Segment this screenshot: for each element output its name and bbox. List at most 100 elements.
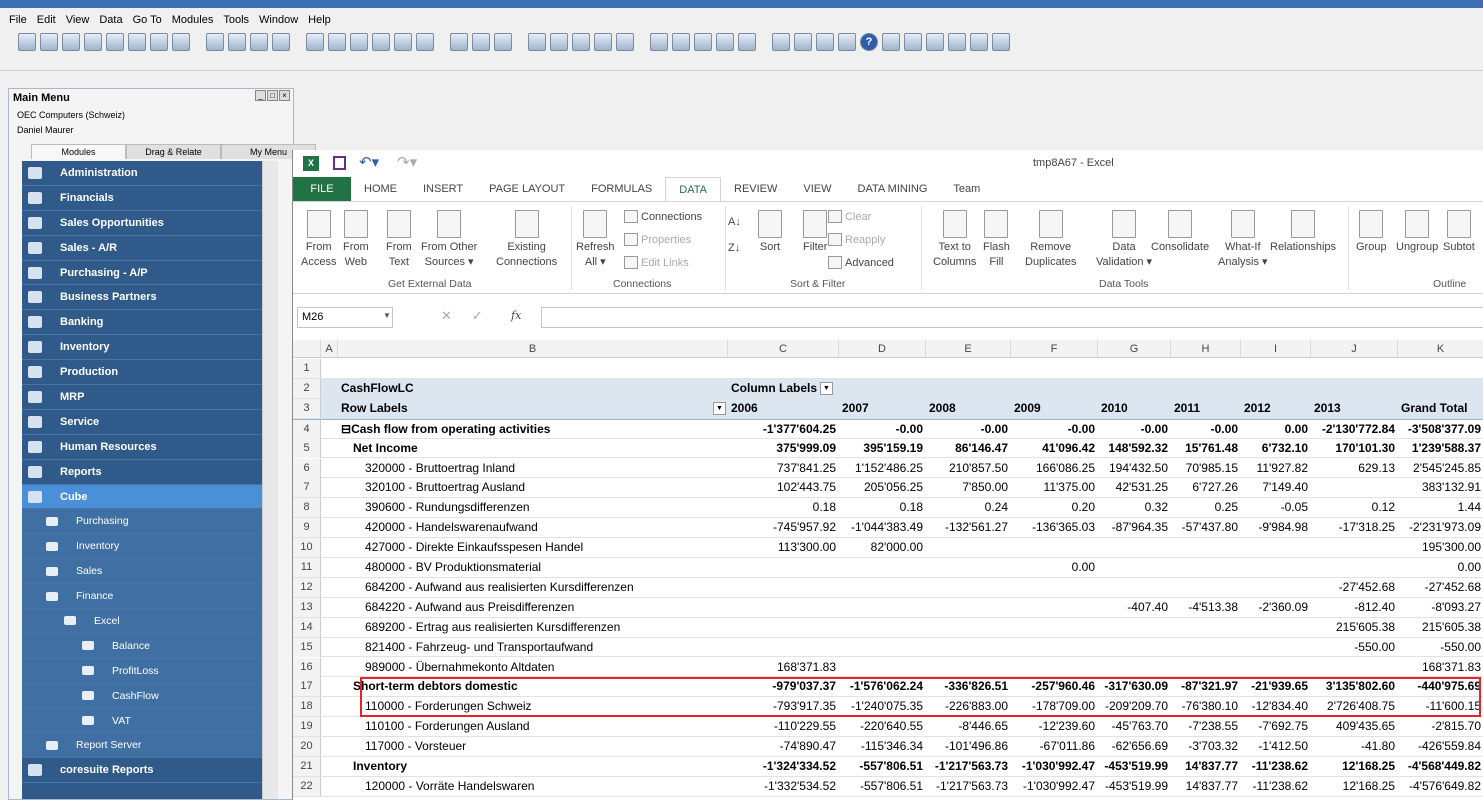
toolbar-button-icon[interactable] — [372, 33, 390, 51]
ribbon-ungroup[interactable]: Ungroup — [1396, 210, 1438, 255]
module-finance[interactable]: Finance — [22, 584, 262, 610]
module-excel[interactable]: Excel — [22, 609, 262, 634]
module-sales-opportunities[interactable]: Sales Opportunities — [22, 210, 262, 236]
ribbon-advanced[interactable]: Advanced — [828, 256, 894, 269]
ribbon-properties[interactable]: Properties — [624, 233, 691, 246]
toolbar-button-icon[interactable] — [84, 33, 102, 51]
sort-ascending-icon[interactable]: A↓ — [728, 216, 741, 228]
row-header[interactable]: 1 — [293, 359, 321, 378]
toolbar-button-icon[interactable] — [328, 33, 346, 51]
tab-data[interactable]: DATA — [665, 176, 721, 202]
row-header[interactable]: 17 — [293, 677, 321, 697]
tab-insert[interactable]: INSERT — [410, 177, 476, 201]
ribbon-from-web[interactable]: From Web — [343, 210, 369, 270]
toolbar-button-icon[interactable] — [528, 33, 546, 51]
toolbar-button-icon[interactable] — [128, 33, 146, 51]
module-balance[interactable]: Balance — [22, 633, 262, 659]
menu-data[interactable]: Data — [94, 12, 127, 32]
toolbar-button-icon[interactable] — [40, 33, 58, 51]
toolbar-button-icon[interactable] — [992, 33, 1010, 51]
toolbar-button-icon[interactable] — [306, 33, 324, 51]
module-banking[interactable]: Banking — [22, 310, 262, 336]
collapse-icon[interactable]: ⊟ — [341, 422, 351, 436]
ribbon-refresh-all-[interactable]: Refresh All ▾ — [576, 210, 615, 270]
toolbar-button-icon[interactable] — [716, 33, 734, 51]
column-header-H[interactable]: H — [1171, 340, 1241, 358]
ribbon-what-if-analysis-[interactable]: What-If Analysis ▾ — [1218, 210, 1268, 270]
module-service[interactable]: Service — [22, 409, 262, 435]
toolbar-button-icon[interactable] — [926, 33, 944, 51]
toolbar-button-icon[interactable] — [594, 33, 612, 51]
row-header[interactable]: 11 — [293, 558, 321, 577]
row-header[interactable]: 5 — [293, 438, 321, 458]
column-header-E[interactable]: E — [926, 340, 1011, 358]
select-all[interactable] — [293, 340, 321, 358]
column-header-J[interactable]: J — [1311, 340, 1398, 358]
help-icon[interactable]: ? — [860, 33, 878, 51]
filter-dropdown-icon[interactable]: ▼ — [713, 401, 726, 415]
toolbar-button-icon[interactable] — [106, 33, 124, 51]
toolbar-button-icon[interactable] — [650, 33, 668, 51]
name-box[interactable]: M26 — [297, 307, 393, 328]
module-inventory[interactable]: Inventory — [22, 335, 262, 361]
toolbar-button-icon[interactable] — [772, 33, 790, 51]
spreadsheet-grid[interactable]: A B C D E F G H I J K 1 2 CashFlowLC Column Labels ▼ 3 Ro… — [293, 340, 1483, 800]
toolbar-button-icon[interactable] — [694, 33, 712, 51]
menu-window[interactable]: Window — [254, 12, 303, 32]
column-header-D[interactable]: D — [839, 340, 926, 358]
module-business-partners[interactable]: Business Partners — [22, 285, 262, 311]
toolbar-button-icon[interactable] — [970, 33, 988, 51]
tab-review[interactable]: REVIEW — [721, 177, 790, 201]
module-inventory[interactable]: Inventory — [22, 534, 262, 560]
ribbon-clear[interactable]: Clear — [828, 210, 871, 223]
column-header-K[interactable]: K — [1398, 340, 1483, 358]
ribbon-from-other-sources-[interactable]: From Other Sources ▾ — [421, 210, 477, 270]
toolbar-button-icon[interactable] — [18, 33, 36, 51]
tab-team[interactable]: Team — [940, 177, 993, 201]
toolbar-button-icon[interactable] — [550, 33, 568, 51]
module-vat[interactable]: VAT — [22, 708, 262, 734]
ribbon-connections[interactable]: Connections — [624, 210, 702, 223]
chevron-down-icon[interactable]: ▼ — [383, 311, 391, 320]
tab-formulas[interactable]: FORMULAS — [578, 177, 665, 201]
ribbon-from-text[interactable]: From Text — [386, 210, 412, 270]
module-reports[interactable]: Reports — [22, 459, 262, 485]
row-header[interactable]: 12 — [293, 577, 321, 597]
module-mrp[interactable]: MRP — [22, 385, 262, 410]
toolbar-button-icon[interactable] — [450, 33, 468, 51]
menu-go-to[interactable]: Go To — [128, 12, 167, 32]
toolbar-button-icon[interactable] — [394, 33, 412, 51]
ribbon-reapply[interactable]: Reapply — [828, 233, 885, 246]
ribbon-text-to-columns[interactable]: Text to Columns — [933, 210, 976, 270]
module-purchasing-a-p[interactable]: Purchasing - A/P — [22, 260, 262, 286]
ribbon-edit-links[interactable]: Edit Links — [624, 256, 689, 269]
row-header[interactable]: 9 — [293, 518, 321, 538]
filter-dropdown-icon[interactable]: ▼ — [820, 382, 834, 396]
toolbar-button-icon[interactable] — [572, 33, 590, 51]
toolbar-button-icon[interactable] — [494, 33, 512, 51]
toolbar-button-icon[interactable] — [672, 33, 690, 51]
toolbar-button-icon[interactable] — [882, 33, 900, 51]
menu-modules[interactable]: Modules — [167, 12, 219, 32]
tab-drag-relate[interactable]: Drag & Relate — [126, 144, 221, 159]
fx-icon[interactable]: fx — [511, 309, 521, 322]
ribbon-subtot[interactable]: Subtot — [1443, 210, 1475, 255]
module-report-server[interactable]: Report Server — [22, 733, 262, 759]
row-header[interactable]: 14 — [293, 617, 321, 637]
module-sales-a-r[interactable]: Sales - A/R — [22, 235, 262, 261]
toolbar-button-icon[interactable] — [616, 33, 634, 51]
toolbar-button-icon[interactable] — [206, 33, 224, 51]
ribbon-filter[interactable]: Filter — [803, 210, 827, 255]
module-human-resources[interactable]: Human Resources — [22, 434, 262, 460]
row-header[interactable]: 18 — [293, 697, 321, 717]
tab-home[interactable]: HOME — [351, 177, 410, 201]
row-header[interactable]: 15 — [293, 637, 321, 657]
toolbar-button-icon[interactable] — [150, 33, 168, 51]
row-header[interactable]: 10 — [293, 538, 321, 558]
menu-help[interactable]: Help — [303, 12, 336, 32]
tab-view[interactable]: VIEW — [790, 177, 844, 201]
enter-icon[interactable]: ✓ — [472, 308, 483, 324]
tab-modules[interactable]: Modules — [31, 144, 126, 159]
module-coresuite-reports[interactable]: coresuite Reports — [22, 758, 262, 784]
row-header[interactable]: 20 — [293, 737, 321, 757]
